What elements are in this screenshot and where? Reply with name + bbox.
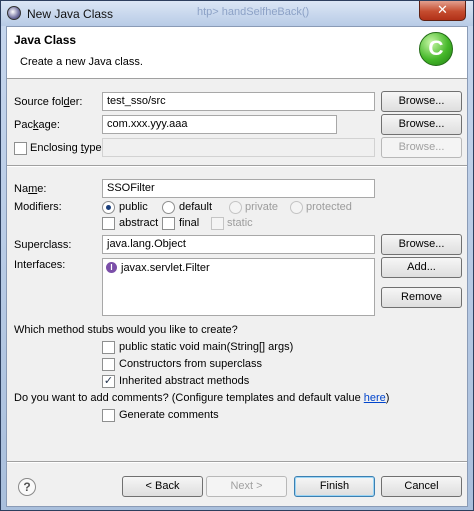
final-checkbox[interactable] [162, 217, 175, 230]
configure-templates-link[interactable]: here [364, 392, 386, 404]
dialog-client-area: Java Class Create a new Java class. C So… [6, 26, 468, 507]
enclosing-type-browse-button[interactable]: Browse... [381, 137, 462, 158]
interface-item-label: javax.servlet.Filter [121, 262, 210, 274]
main-method-label: public static void main(String[] args) [119, 341, 294, 353]
package-input[interactable]: com.xxx.yyy.aaa [102, 115, 337, 134]
method-stubs-question: Which method stubs would you like to cre… [14, 324, 238, 336]
modifier-protected-label: protected [306, 201, 352, 213]
finish-button[interactable]: Finish [294, 476, 375, 497]
cancel-button[interactable]: Cancel [381, 476, 462, 497]
modifier-public-label: public [119, 201, 148, 213]
final-label: final [179, 217, 200, 229]
modifiers-label: Modifiers: [14, 201, 62, 213]
inherited-abstract-checkbox[interactable]: ✓ [102, 375, 115, 388]
close-icon: ✕ [437, 2, 448, 17]
enclosing-type-input[interactable] [102, 138, 375, 157]
constructors-label: Constructors from superclass [119, 358, 263, 370]
separator-1 [7, 165, 467, 167]
modifier-public-radio[interactable] [102, 201, 115, 214]
remove-interface-button[interactable]: Remove [381, 287, 462, 308]
window-title: New Java Class [27, 7, 114, 21]
abstract-label: abstract [119, 217, 159, 229]
interfaces-label: Interfaces: [14, 259, 66, 271]
abstract-checkbox[interactable] [102, 217, 115, 230]
modifier-default-radio[interactable] [162, 201, 175, 214]
superclass-browse-button[interactable]: Browse... [381, 234, 462, 255]
static-label: static [227, 217, 253, 229]
generate-comments-label: Generate comments [119, 409, 219, 421]
list-item[interactable]: I javax.servlet.Filter [103, 259, 374, 276]
wizard-banner: Java Class Create a new Java class. C [7, 27, 467, 79]
interface-icon: I [106, 262, 117, 273]
name-label: Name: [14, 183, 47, 195]
enclosing-type-label: Enclosing type: [30, 142, 105, 154]
help-icon[interactable]: ? [18, 478, 36, 496]
main-method-checkbox[interactable] [102, 341, 115, 354]
modifier-private-radio[interactable] [229, 201, 242, 214]
close-button[interactable]: ✕ [419, 1, 466, 21]
interfaces-list[interactable]: I javax.servlet.Filter [102, 258, 375, 316]
background-window-ghost-text: htp> handSelfheBack() [197, 6, 310, 18]
java-class-wizard-icon: C [419, 32, 453, 66]
eclipse-app-icon [7, 6, 21, 20]
modifier-default-label: default [179, 201, 213, 213]
separator-2 [7, 461, 467, 463]
modifier-protected-radio[interactable] [290, 201, 303, 214]
modifier-private-label: private [245, 201, 279, 213]
enclosing-type-checkbox[interactable] [14, 142, 27, 155]
source-folder-input[interactable]: test_sso/src [102, 92, 375, 111]
constructors-checkbox[interactable] [102, 358, 115, 371]
banner-description: Create a new Java class. [20, 56, 143, 68]
superclass-input[interactable]: java.lang.Object [102, 235, 375, 254]
generate-comments-checkbox[interactable] [102, 409, 115, 422]
inherited-abstract-label: Inherited abstract methods [119, 375, 250, 387]
add-interface-button[interactable]: Add... [381, 257, 462, 278]
superclass-label: Superclass: [14, 239, 72, 251]
static-checkbox[interactable] [211, 217, 224, 230]
new-java-class-window: New Java Class htp> handSelfheBack() ✕ J… [0, 0, 474, 511]
class-name-input[interactable]: SSOFilter [102, 179, 375, 198]
package-browse-button[interactable]: Browse... [381, 114, 462, 135]
title-bar[interactable]: New Java Class htp> handSelfheBack() ✕ [1, 1, 473, 26]
back-button[interactable]: < Back [122, 476, 203, 497]
class-icon-letter: C [428, 37, 444, 60]
package-label: Package: [14, 119, 60, 131]
banner-title: Java Class [14, 33, 77, 47]
comments-question: Do you want to add comments? (Configure … [14, 392, 390, 404]
next-button[interactable]: Next > [206, 476, 287, 497]
source-folder-browse-button[interactable]: Browse... [381, 91, 462, 112]
source-folder-label: Source folder: [14, 96, 83, 108]
